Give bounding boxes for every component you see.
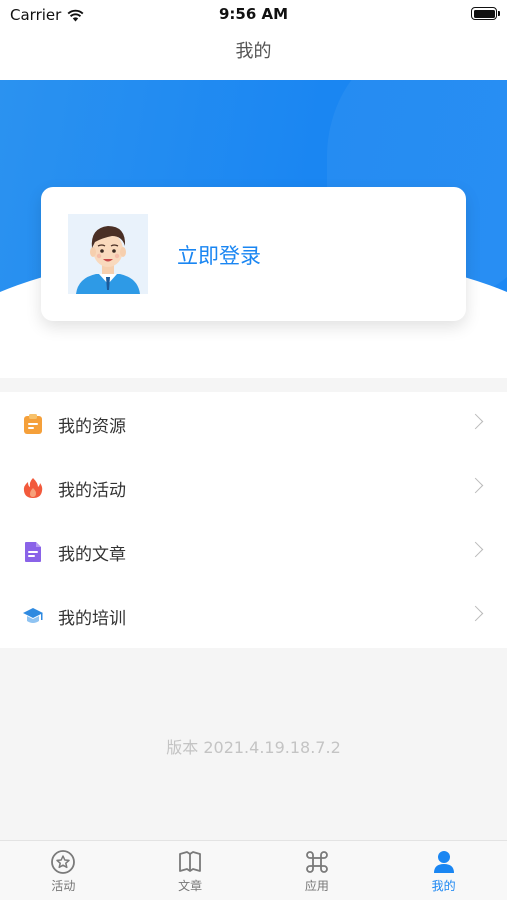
tab-articles[interactable]: 文章 xyxy=(127,841,254,900)
menu-item-resources[interactable]: 我的资源 xyxy=(0,392,507,456)
login-button[interactable]: 立即登录 xyxy=(177,240,261,270)
tab-mine[interactable]: 我的 xyxy=(380,841,507,900)
tab-apps[interactable]: 应用 xyxy=(254,841,381,900)
menu-item-label: 我的活动 xyxy=(58,480,126,501)
menu-item-label: 我的培训 xyxy=(58,608,126,629)
profile-card[interactable]: 立即登录 xyxy=(41,187,466,321)
chevron-right-icon xyxy=(467,541,484,558)
menu-item-label: 我的文章 xyxy=(58,544,126,565)
tab-label: 应用 xyxy=(304,879,329,893)
avatar-illustration xyxy=(68,214,148,294)
tab-label: 活动 xyxy=(51,879,76,893)
chevron-right-icon xyxy=(467,477,484,494)
menu-item-activities[interactable]: 我的活动 xyxy=(0,456,507,520)
person-icon xyxy=(431,849,457,875)
status-bar: Carrier 9:56 AM xyxy=(0,0,507,30)
chevron-right-icon xyxy=(467,413,484,430)
chevron-right-icon xyxy=(467,605,484,622)
menu-item-training[interactable]: 我的培训 xyxy=(0,584,507,648)
user-avatar[interactable] xyxy=(68,214,148,294)
version-text: 版本 2021.4.19.18.7.2 xyxy=(166,738,341,757)
profile-menu: 我的资源 我的活动 我的文章 我的培训 xyxy=(0,392,507,648)
tab-label: 文章 xyxy=(178,879,203,893)
page-title: 我的 xyxy=(235,41,272,62)
tab-bar: 活动 文章 应用 我的 xyxy=(0,840,507,900)
battery-icon xyxy=(471,7,500,20)
document-icon xyxy=(22,541,44,563)
menu-item-label: 我的资源 xyxy=(58,416,126,437)
flame-icon xyxy=(22,477,44,499)
clock: 9:56 AM xyxy=(218,5,289,23)
open-book-icon xyxy=(177,849,203,875)
resource-clipboard-icon xyxy=(22,413,44,435)
star-circle-icon xyxy=(50,849,76,875)
menu-item-articles[interactable]: 我的文章 xyxy=(0,520,507,584)
tab-label: 我的 xyxy=(431,879,456,893)
navigation-bar: 我的 xyxy=(0,30,507,80)
tab-activities[interactable]: 活动 xyxy=(0,841,127,900)
command-apps-icon xyxy=(304,849,330,875)
graduation-cap-icon xyxy=(22,605,44,627)
